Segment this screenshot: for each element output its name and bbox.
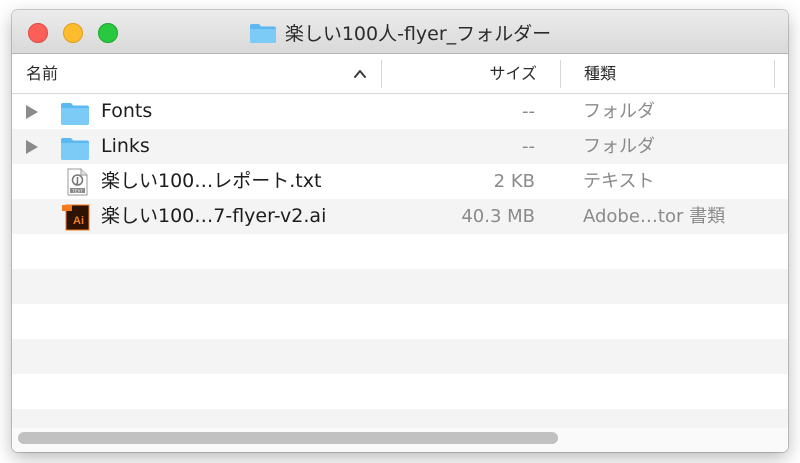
file-row-fonts[interactable]: Fonts -- フォルダ (12, 94, 788, 129)
file-kind: Adobe…tor 書類 (583, 206, 726, 227)
finder-window: 楽しい100人-flyer_フォルダー 名前 サイズ 種類 Fonts -- フ… (12, 10, 788, 452)
disclosure-triangle-icon[interactable] (26, 140, 38, 154)
column-divider[interactable] (560, 60, 561, 88)
column-header-kind[interactable]: 種類 (584, 54, 616, 93)
column-header-name[interactable]: 名前 (26, 54, 58, 93)
scrollbar-thumb[interactable] (18, 432, 558, 444)
empty-row (12, 304, 788, 339)
folder-icon (61, 138, 89, 160)
file-name: Fonts (101, 100, 153, 122)
file-name: 楽しい100…レポート.txt (101, 170, 322, 192)
window-title-area: 楽しい100人-flyer_フォルダー (12, 10, 788, 54)
file-kind: フォルダ (583, 101, 655, 122)
file-name: Links (101, 135, 150, 157)
column-divider[interactable] (774, 60, 775, 88)
svg-text:TEXT: TEXT (72, 188, 83, 193)
window-title: 楽しい100人-flyer_フォルダー (284, 22, 552, 45)
empty-row (12, 409, 788, 428)
file-size: -- (522, 101, 535, 122)
empty-row (12, 234, 788, 269)
text-file-icon: TEXT (67, 168, 88, 196)
empty-row (12, 339, 788, 374)
column-header-bar: 名前 サイズ 種類 (12, 54, 788, 94)
folder-icon (61, 103, 89, 125)
file-kind: テキスト (583, 171, 655, 192)
file-row-flyer-ai[interactable]: Ai 楽しい100…7-flyer-v2.ai 40.3 MB Adobe…to… (12, 199, 788, 234)
file-size: 2 KB (493, 171, 535, 192)
file-size: -- (522, 136, 535, 157)
horizontal-scrollbar[interactable] (12, 428, 788, 452)
empty-row (12, 269, 788, 304)
title-bar[interactable]: 楽しい100人-flyer_フォルダー (12, 10, 788, 54)
disclosure-triangle-icon[interactable] (26, 105, 38, 119)
sort-ascending-icon[interactable] (350, 54, 370, 93)
empty-row (12, 374, 788, 409)
file-row-links[interactable]: Links -- フォルダ (12, 129, 788, 164)
file-row-report-txt[interactable]: TEXT 楽しい100…レポート.txt 2 KB テキスト (12, 164, 788, 199)
folder-icon (249, 24, 276, 43)
file-kind: フォルダ (583, 136, 655, 157)
file-name: 楽しい100…7-flyer-v2.ai (101, 205, 327, 227)
file-size: 40.3 MB (461, 206, 535, 227)
file-list: Fonts -- フォルダ Links -- フォルダ TEXT 楽しい100…… (12, 94, 788, 428)
column-header-size[interactable]: サイズ (382, 54, 537, 93)
illustrator-file-icon: Ai (62, 204, 90, 231)
svg-text:Ai: Ai (73, 215, 84, 227)
